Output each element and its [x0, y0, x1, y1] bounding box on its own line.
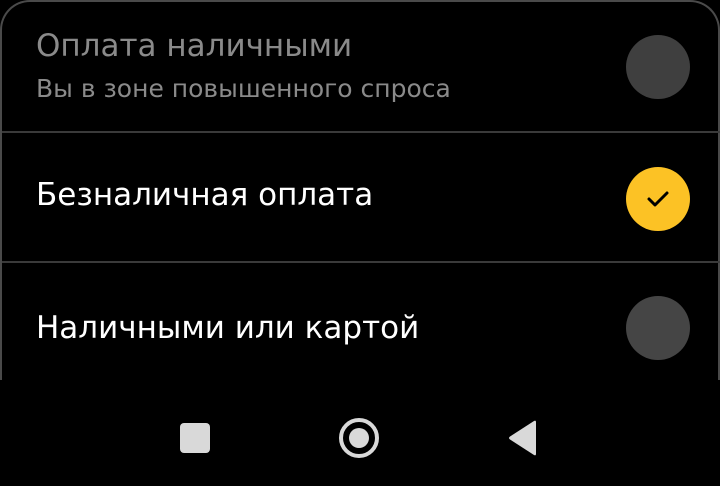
home-button[interactable]: [331, 410, 387, 466]
triangle-back-icon: [509, 420, 536, 456]
system-navigation-bar: [0, 390, 720, 486]
back-button[interactable]: [495, 410, 551, 466]
option-cashless-payment[interactable]: Безналичная оплата: [2, 133, 720, 263]
checkmark-icon: [647, 191, 669, 207]
option-cash-or-card[interactable]: Наличными или картой: [2, 263, 720, 393]
square-icon: [180, 423, 210, 453]
option-title: Безналичная оплата: [36, 177, 374, 213]
option-title: Оплата наличными: [36, 28, 353, 64]
radio-button-selected[interactable]: [626, 167, 690, 231]
payment-method-sheet: Оплата наличными Вы в зоне повышенного с…: [0, 0, 720, 380]
circle-icon: [339, 418, 379, 458]
option-subtitle: Вы в зоне повышенного спроса: [36, 74, 451, 103]
option-title: Наличными или картой: [36, 310, 420, 346]
radio-button-unselected[interactable]: [626, 35, 690, 99]
recents-button[interactable]: [167, 410, 223, 466]
option-cash-payment[interactable]: Оплата наличными Вы в зоне повышенного с…: [2, 2, 720, 133]
radio-button-unselected[interactable]: [626, 296, 690, 360]
